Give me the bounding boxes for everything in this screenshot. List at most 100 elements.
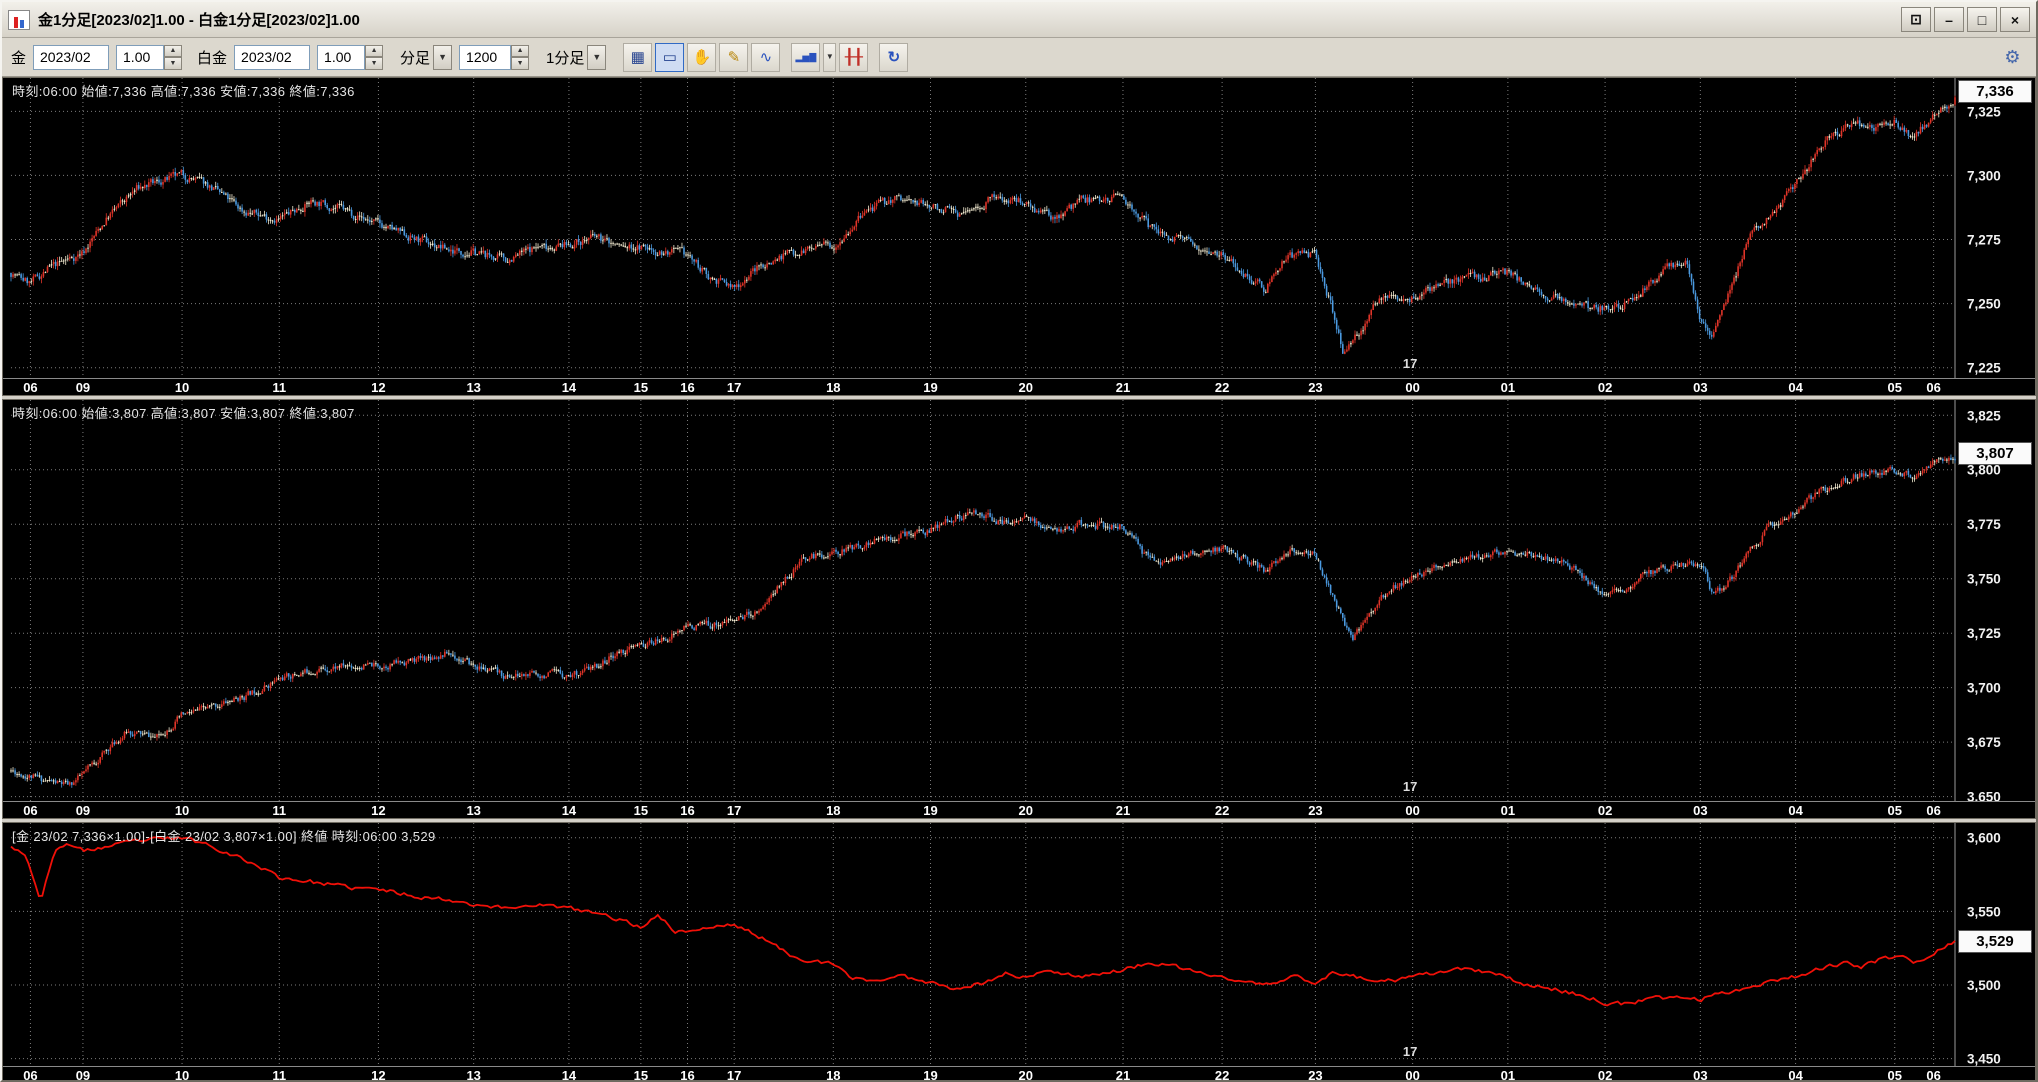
time-label: 03 (1693, 803, 1707, 818)
gold-multiplier-spinner[interactable]: ▲ ▼ (164, 45, 182, 70)
bar-type-dropdown-arrow[interactable]: ▼ (433, 45, 452, 70)
time-label: 00 (1405, 803, 1419, 818)
time-label: 15 (634, 803, 648, 818)
gold-label: 金 (11, 47, 26, 68)
platinum-candlestick-chart[interactable]: 3,8253,8003,7753,7503,7253,7003,6753,650… (3, 400, 2035, 801)
time-label: 19 (923, 803, 937, 818)
price-axis-label: 3,675 (1967, 735, 2001, 750)
time-label: 15 (634, 380, 648, 395)
time-label: 13 (466, 1068, 480, 1082)
refresh-icon[interactable]: ↻ (879, 43, 908, 72)
float-window-button[interactable]: ⊡ (1901, 7, 1931, 32)
app-icon (8, 10, 30, 30)
settings-wrench-icon[interactable]: ⚙ (1998, 43, 2027, 72)
gold-month-field[interactable]: 2023/02 (33, 45, 109, 70)
chart-grid-icon[interactable]: ▦ (623, 43, 652, 72)
time-label: 04 (1788, 380, 1802, 395)
timeframe-label: 1分足 (546, 47, 584, 68)
toolbar: 金 2023/02 1.00 ▲ ▼ 白金 2023/02 1.00 ▲ ▼ 分… (2, 38, 2036, 77)
platinum-info-line: 時刻:06:00 始値:3,807 高値:3,807 安値:3,807 終値:3… (12, 403, 355, 422)
time-label: 19 (923, 380, 937, 395)
timeframe-dropdown-arrow[interactable]: ▼ (587, 45, 606, 70)
hand-tool-icon[interactable]: ✋ (687, 43, 716, 72)
close-button[interactable]: × (2000, 7, 2030, 32)
select-tool-icon[interactable]: ▭ (655, 43, 684, 72)
price-axis-label: 3,725 (1967, 626, 2001, 641)
spin-up-icon[interactable]: ▲ (164, 45, 182, 58)
chart-panel-platinum[interactable]: 3,8253,8003,7753,7503,7253,7003,6753,650… (2, 399, 2036, 819)
time-label: 12 (371, 380, 385, 395)
time-label: 18 (826, 803, 840, 818)
price-axis-label: 7,250 (1967, 297, 2001, 312)
bar-count-spinner[interactable]: ▲ ▼ (511, 45, 529, 70)
spread-time-axis: 0609101112131415161718192021222300010203… (3, 1066, 2035, 1082)
time-label: 04 (1788, 1068, 1802, 1082)
platinum-time-axis: 0609101112131415161718192021222300010203… (3, 801, 2035, 818)
time-label: 16 (680, 380, 694, 395)
platinum-multiplier-field[interactable]: 1.00 (317, 45, 365, 70)
window-title: 金1分足[2023/02]1.00 - 白金1分足[2023/02]1.00 (38, 9, 360, 30)
time-label: 23 (1308, 803, 1322, 818)
price-axis-label: 7,325 (1967, 104, 2001, 119)
time-label: 17 (727, 1068, 741, 1082)
freehand-tool-icon[interactable]: ∿ (751, 43, 780, 72)
candle-chart-icon[interactable]: ╂╂ (839, 43, 868, 72)
time-label: 06 (1926, 803, 1940, 818)
maximize-button[interactable]: □ (1967, 7, 1997, 32)
time-label: 11 (272, 803, 286, 818)
time-label: 22 (1215, 380, 1229, 395)
time-label: 09 (76, 803, 90, 818)
time-label: 05 (1888, 1068, 1902, 1082)
time-label: 09 (76, 380, 90, 395)
time-label: 03 (1693, 380, 1707, 395)
time-label: 02 (1598, 1068, 1612, 1082)
pencil-tool-icon[interactable]: ✎ (719, 43, 748, 72)
time-label: 13 (466, 380, 480, 395)
time-label: 14 (562, 803, 576, 818)
spin-down-icon[interactable]: ▼ (511, 57, 529, 70)
bar-chart-icon[interactable]: ▂▅▇ (791, 43, 820, 72)
gold-time-axis: 0609101112131415161718192021222300010203… (3, 378, 2035, 395)
price-axis-label: 3,650 (1967, 790, 2001, 801)
time-label: 02 (1598, 380, 1612, 395)
time-label: 06 (23, 803, 37, 818)
chart-type-dropdown-arrow[interactable]: ▼ (823, 43, 836, 72)
time-label: 14 (562, 1068, 576, 1082)
date-marker-label: 17 (1403, 779, 1417, 794)
date-marker-label: 17 (1403, 1044, 1417, 1059)
gold-info-line: 時刻:06:00 始値:7,336 高値:7,336 安値:7,336 終値:7… (12, 81, 355, 100)
time-label: 17 (727, 803, 741, 818)
spin-up-icon[interactable]: ▲ (365, 45, 383, 58)
bar-count-field[interactable]: 1200 (459, 45, 511, 70)
time-label: 03 (1693, 1068, 1707, 1082)
gold-multiplier-field[interactable]: 1.00 (116, 45, 164, 70)
time-label: 01 (1501, 803, 1515, 818)
time-label: 22 (1215, 803, 1229, 818)
time-label: 16 (680, 803, 694, 818)
time-label: 10 (175, 803, 189, 818)
spin-down-icon[interactable]: ▼ (164, 57, 182, 70)
time-label: 20 (1019, 1068, 1033, 1082)
time-label: 05 (1888, 380, 1902, 395)
time-label: 00 (1405, 380, 1419, 395)
spread-last-price-badge: 3,529 (1958, 930, 2032, 953)
time-label: 20 (1019, 803, 1033, 818)
time-label: 22 (1215, 1068, 1229, 1082)
spin-up-icon[interactable]: ▲ (511, 45, 529, 58)
time-label: 01 (1501, 1068, 1515, 1082)
time-label: 23 (1308, 380, 1322, 395)
app-window: 金1分足[2023/02]1.00 - 白金1分足[2023/02]1.00 ⊡… (0, 0, 2038, 1082)
chart-panel-gold[interactable]: 7,3257,3007,2757,2507,22517 時刻:06:00 始値:… (2, 77, 2036, 396)
price-axis-label: 7,300 (1967, 168, 2001, 183)
minimize-button[interactable]: – (1934, 7, 1964, 32)
chart-panel-spread[interactable]: 3,6003,5503,5003,45017 [金 23/02 7,336×1.… (2, 822, 2036, 1082)
platinum-multiplier-spinner[interactable]: ▲ ▼ (365, 45, 383, 70)
gold-candlestick-chart[interactable]: 7,3257,3007,2757,2507,22517 (3, 78, 2035, 378)
spread-line-chart[interactable]: 3,6003,5503,5003,45017 (3, 823, 2035, 1066)
time-label: 10 (175, 1068, 189, 1082)
platinum-month-field[interactable]: 2023/02 (234, 45, 310, 70)
time-label: 14 (562, 380, 576, 395)
time-label: 00 (1405, 1068, 1419, 1082)
spin-down-icon[interactable]: ▼ (365, 57, 383, 70)
titlebar[interactable]: 金1分足[2023/02]1.00 - 白金1分足[2023/02]1.00 ⊡… (2, 2, 2036, 38)
